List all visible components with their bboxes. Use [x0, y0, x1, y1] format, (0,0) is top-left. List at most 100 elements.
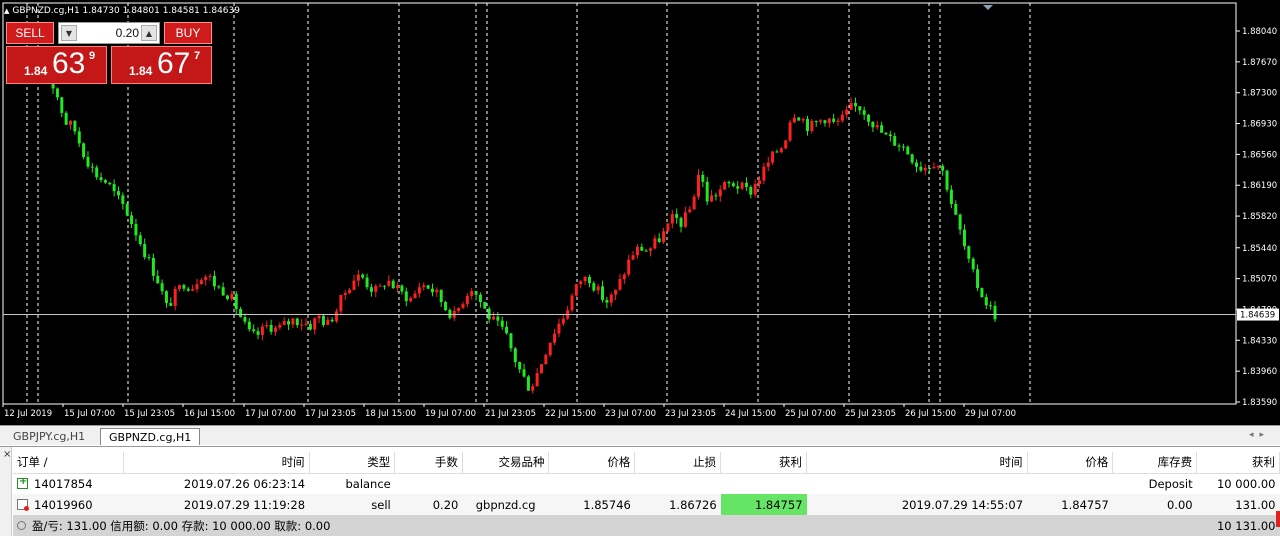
- summary-icon: [17, 520, 26, 530]
- candle-body: [212, 275, 216, 287]
- cell-sl: [635, 473, 721, 494]
- tab-scroll-arrows-icon[interactable]: ◂▸: [1249, 430, 1270, 440]
- cell-price: 1.85746: [548, 494, 635, 515]
- candle-body: [801, 119, 805, 121]
- candle-body: [653, 238, 657, 249]
- candle-body: [217, 286, 221, 288]
- candle-body: [915, 162, 919, 167]
- candle-body: [343, 293, 347, 295]
- tab-gbpjpy[interactable]: GBPJPY.cg,H1: [5, 428, 93, 445]
- candle-body: [949, 189, 953, 205]
- candle-body: [819, 120, 823, 122]
- candle-body: [439, 289, 443, 302]
- candle-body: [326, 319, 330, 325]
- price-chart[interactable]: 1.88040 1.87670 1.87300 1.86930 1.86560 1.861…: [0, 0, 1280, 425]
- col-header-open-time[interactable]: 时间: [123, 452, 310, 474]
- tab-gbpnzd[interactable]: GBPNZD.cg,H1: [100, 428, 201, 445]
- candle-body: [928, 167, 932, 169]
- candle-body: [592, 283, 596, 291]
- chart-symbol-header: ▲ GBPNZD.cg,H1 1.84730 1.84801 1.84581 1.…: [4, 6, 240, 16]
- candle-body: [723, 182, 727, 190]
- sell-price-panel[interactable]: 1.84 63 9: [6, 46, 107, 84]
- col-header-price[interactable]: 价格: [548, 452, 636, 474]
- table-row[interactable]: 14019960 2019.07.29 11:19:28 sell 0.20 g…: [13, 494, 1280, 515]
- candle-body: [230, 293, 234, 299]
- col-header-lots[interactable]: 手数: [394, 452, 463, 474]
- table-row[interactable]: 14017854 2019.07.26 06:23:14 balance Dep…: [13, 473, 1280, 494]
- buy-price-panel[interactable]: 1.84 67 7: [111, 46, 212, 84]
- candle-body: [614, 289, 618, 295]
- candle-body: [736, 186, 740, 189]
- cell-price: [549, 473, 635, 494]
- time-axis-label: 16 Jul 15:00: [184, 409, 235, 419]
- candle-body: [82, 143, 86, 158]
- time-axis-label: 22 Jul 15:00: [545, 409, 596, 419]
- col-header-swap[interactable]: 库存费: [1112, 452, 1198, 474]
- candle-body: [688, 209, 692, 213]
- col-header-close-time[interactable]: 时间: [806, 452, 1028, 474]
- candle-body: [308, 323, 312, 330]
- cell-type: balance: [345, 476, 391, 491]
- col-header-tp[interactable]: 获利: [720, 452, 808, 474]
- candle-body: [548, 342, 552, 355]
- candle-body: [90, 166, 94, 168]
- candle-body: [923, 167, 927, 171]
- candle-body: [731, 183, 735, 187]
- col-header-order[interactable]: 订单 /: [13, 452, 124, 474]
- scrollbar-marker[interactable]: [1276, 511, 1280, 527]
- time-axis-label: 25 Jul 23:05: [845, 409, 896, 419]
- candle-body: [867, 114, 871, 122]
- col-header-sl[interactable]: 止损: [634, 452, 722, 474]
- cell-close-time: [807, 473, 1028, 494]
- sell-button[interactable]: SELL: [6, 22, 54, 44]
- col-header-symbol[interactable]: 交易品种: [462, 452, 550, 474]
- price-scale-label: 1.84330: [1242, 336, 1277, 346]
- candle-body: [130, 215, 134, 225]
- time-axis-label: 23 Jul 23:05: [665, 409, 716, 419]
- candle-body: [513, 348, 517, 363]
- candle-body: [753, 184, 757, 195]
- lot-increase-icon[interactable]: ▲: [141, 25, 157, 41]
- candle-body: [173, 289, 177, 306]
- candle-body: [430, 288, 434, 293]
- candle-body: [426, 285, 430, 289]
- candle-body: [448, 310, 452, 318]
- candle-body: [147, 257, 151, 259]
- col-header-type[interactable]: 类型: [309, 452, 396, 474]
- deposit-icon: [17, 476, 28, 489]
- candle-body: [387, 280, 391, 286]
- candle-body: [330, 319, 334, 322]
- candle-body: [858, 106, 862, 111]
- candle-body: [444, 301, 448, 311]
- candle-body: [199, 280, 203, 285]
- candle-body: [888, 134, 892, 137]
- candle-body: [304, 323, 308, 325]
- candle-body: [871, 121, 875, 128]
- collapse-triangle-icon[interactable]: ▲: [4, 7, 9, 15]
- cell-tp: [721, 473, 807, 494]
- time-axis-label: 18 Jul 15:00: [365, 409, 416, 419]
- candle-body: [151, 257, 155, 276]
- close-icon[interactable]: ×: [3, 449, 11, 460]
- candle-body: [679, 217, 683, 227]
- summary-row: 盈/亏: 131.00 信用额: 0.00 存款: 10 000.00 取款: …: [13, 515, 1280, 536]
- col-header-profit[interactable]: 获利: [1196, 452, 1280, 474]
- candle-body: [413, 293, 417, 299]
- order-number: 14019960: [34, 497, 93, 512]
- buy-button[interactable]: BUY: [164, 22, 212, 44]
- candle-body: [941, 165, 945, 171]
- chart-shift-icon[interactable]: [983, 5, 993, 10]
- lot-size-value[interactable]: 0.20: [116, 26, 139, 40]
- cell-profit: 10 000.00: [1216, 476, 1276, 491]
- candle-body: [827, 118, 831, 124]
- candle-body: [666, 223, 670, 232]
- candle-body: [478, 294, 482, 302]
- lot-size-input[interactable]: ▼ 0.20 ▲: [58, 22, 160, 44]
- col-header-close-price[interactable]: 价格: [1027, 452, 1114, 474]
- candle-body: [544, 354, 548, 365]
- candle-body: [234, 293, 238, 310]
- cell-close-price: [1027, 473, 1113, 494]
- candle-body: [553, 333, 557, 343]
- lot-decrease-icon[interactable]: ▼: [61, 25, 77, 41]
- candle-body: [583, 276, 587, 282]
